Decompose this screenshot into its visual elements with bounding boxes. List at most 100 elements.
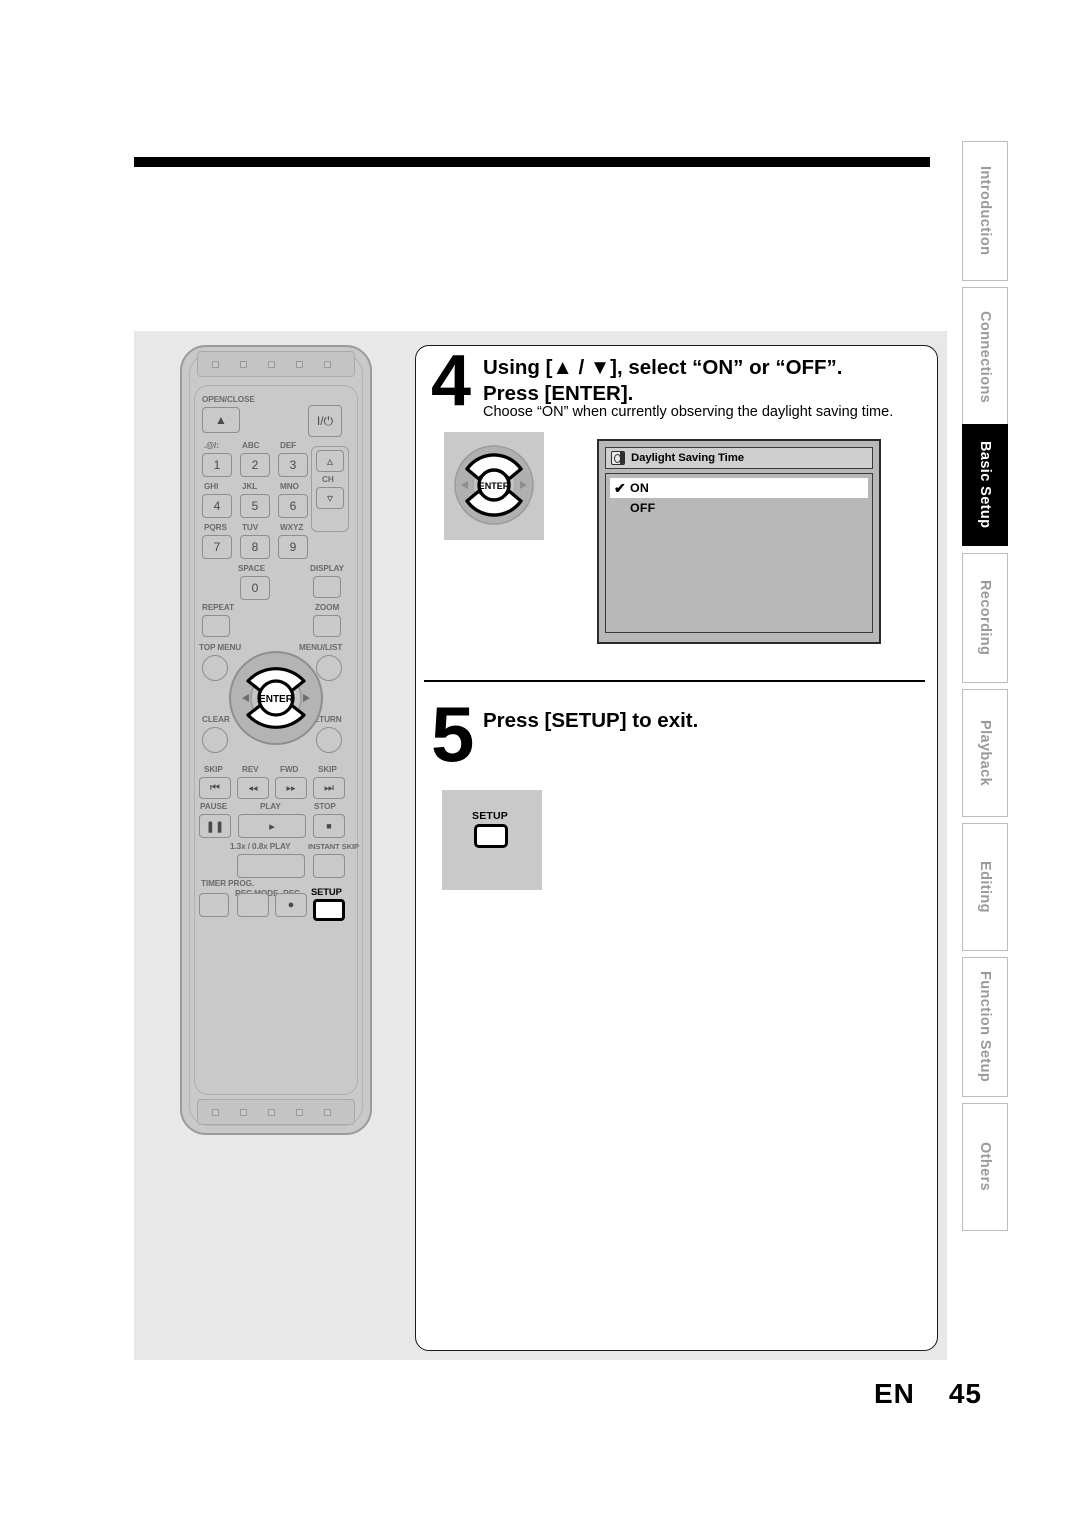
remote-key-5: 5 xyxy=(240,494,270,518)
remote-key-speed-play xyxy=(237,854,305,878)
remote-key-7: 7 xyxy=(202,535,232,559)
remote-key-label-display: DISPLAY xyxy=(310,564,345,573)
step-4-heading: Using [▲ / ▼], select “ON” or “OFF”. Pre… xyxy=(483,355,843,407)
remote-key-label-open-close: OPEN/CLOSE xyxy=(202,395,255,404)
remote-key-6: 6 xyxy=(278,494,308,518)
remote-key-setup xyxy=(313,899,345,921)
key-glyph: 7 xyxy=(213,540,221,554)
remote-key-label-9: WXYZ xyxy=(280,523,304,532)
remote-key-play: ▸ xyxy=(238,814,306,838)
remote-key-label-timer-prog: TIMER PROG. xyxy=(201,879,255,888)
remote-key-9: 9 xyxy=(278,535,308,559)
remote-key-label-skip-back: SKIP xyxy=(204,765,223,774)
osd-option-off[interactable]: OFF xyxy=(606,498,872,518)
power-icon: I/⏻ xyxy=(316,413,334,428)
key-glyph: 9 xyxy=(289,540,297,554)
tab-label: Function Setup xyxy=(977,971,993,1083)
remote-key-label-repeat: REPEAT xyxy=(202,603,235,612)
slot-dot xyxy=(324,361,331,368)
remote-key-ch-up: ▵ xyxy=(316,450,344,472)
tab-label: Others xyxy=(977,1142,993,1192)
remote-key-label-8: TUV xyxy=(242,523,259,532)
tab-label: Playback xyxy=(977,719,993,787)
pause-icon: ❚❚ xyxy=(205,820,225,833)
remote-control-figure: OPEN/CLOSE ▲ I/⏻ .@/: 1 ABC 2 DEF 3 GHI … xyxy=(180,345,372,1135)
remote-key-label-2: ABC xyxy=(242,441,260,450)
osd-title-bar: Daylight Saving Time xyxy=(605,447,873,469)
chevron-up-icon: ▵ xyxy=(326,454,334,468)
tab-label: Connections xyxy=(977,310,993,404)
remote-key-label-pause: PAUSE xyxy=(200,802,228,811)
remote-key-zoom xyxy=(313,615,341,637)
check-icon: ✔ xyxy=(614,480,626,496)
remote-key-label-4: GHI xyxy=(204,482,219,491)
remote-key-pause: ❚❚ xyxy=(199,814,231,838)
sidebar-tab-others[interactable]: Others xyxy=(962,1103,1008,1231)
remote-key-label-setup: SETUP xyxy=(311,886,342,897)
remote-key-label-5: JKL xyxy=(242,482,258,491)
step-4-subtext: Choose “ON” when currently observing the… xyxy=(483,404,894,420)
remote-key-top-menu xyxy=(202,655,228,681)
remote-key-label-7: PQRS xyxy=(204,523,227,532)
remote-key-label-1: .@/: xyxy=(204,441,219,450)
remote-key-rev: ◂◂ xyxy=(237,777,269,799)
key-glyph: 2 xyxy=(251,458,259,472)
sidebar-tab-editing[interactable]: Editing xyxy=(962,823,1008,951)
tab-label: Basic Setup xyxy=(977,441,993,529)
remote-key-0: 0 xyxy=(240,576,270,600)
remote-top-slot xyxy=(197,351,355,377)
eject-icon: ▲ xyxy=(215,413,227,427)
key-glyph: 8 xyxy=(251,540,259,554)
clock-icon xyxy=(611,451,625,465)
page-footer: EN 45 xyxy=(0,1378,1080,1410)
remote-key-fwd: ▸▸ xyxy=(275,777,307,799)
osd-option-on[interactable]: ✔ ON xyxy=(610,478,868,498)
sidebar-tab-basic-setup[interactable]: Basic Setup xyxy=(962,424,1008,546)
tab-label: Recording xyxy=(977,580,993,656)
slot-dot xyxy=(212,1109,219,1116)
sidebar-tab-introduction[interactable]: Introduction xyxy=(962,141,1008,281)
remote-key-label-skip-fwd: SKIP xyxy=(318,765,337,774)
remote-key-label-stop: STOP xyxy=(314,802,336,811)
sidebar-tab-recording[interactable]: Recording xyxy=(962,553,1008,683)
remote-key-label-play: PLAY xyxy=(260,802,281,811)
sidebar-tab-playback[interactable]: Playback xyxy=(962,689,1008,817)
slot-dot xyxy=(240,1109,247,1116)
remote-key-1: 1 xyxy=(202,453,232,477)
remote-key-rec: ● xyxy=(275,893,307,917)
sidebar-tab-connections[interactable]: Connections xyxy=(962,287,1008,427)
slot-dot xyxy=(240,361,247,368)
remote-key-repeat xyxy=(202,615,230,637)
footer-page-number: 45 xyxy=(948,1378,982,1409)
remote-key-label-0: SPACE xyxy=(238,564,266,573)
osd-option-label: OFF xyxy=(630,501,656,515)
svg-text:ENTER: ENTER xyxy=(479,481,510,491)
dpad-figure: ENTER xyxy=(452,437,536,533)
remote-key-3: 3 xyxy=(278,453,308,477)
remote-key-label-rev: REV xyxy=(242,765,259,774)
play-icon: ▸ xyxy=(269,820,275,833)
key-glyph: 5 xyxy=(251,499,259,513)
remote-key-label-fwd: FWD xyxy=(280,765,299,774)
step-divider xyxy=(424,680,925,683)
osd-dialog: Daylight Saving Time ✔ ON OFF xyxy=(597,439,881,644)
skip-back-icon: ⏮ xyxy=(210,781,220,794)
skip-forward-icon: ⏭ xyxy=(324,781,334,794)
slot-dot xyxy=(268,1109,275,1116)
key-glyph: 6 xyxy=(289,499,297,513)
remote-key-2: 2 xyxy=(240,453,270,477)
header-rule xyxy=(134,157,930,167)
svg-text:ENTER: ENTER xyxy=(259,694,294,705)
remote-key-stop: ■ xyxy=(313,814,345,838)
stop-icon: ■ xyxy=(326,821,332,831)
remote-key-label-6: MNO xyxy=(280,482,299,491)
remote-key-power: I/⏻ xyxy=(308,405,342,437)
chevron-down-icon: ▿ xyxy=(326,491,334,505)
remote-dpad: ENTER xyxy=(226,648,326,748)
osd-option-label: ON xyxy=(630,481,649,495)
slot-dot xyxy=(296,361,303,368)
sidebar-tab-function-setup[interactable]: Function Setup xyxy=(962,957,1008,1097)
tab-label: Introduction xyxy=(977,166,993,256)
key-glyph: 3 xyxy=(289,458,297,472)
osd-title-text: Daylight Saving Time xyxy=(631,452,744,464)
